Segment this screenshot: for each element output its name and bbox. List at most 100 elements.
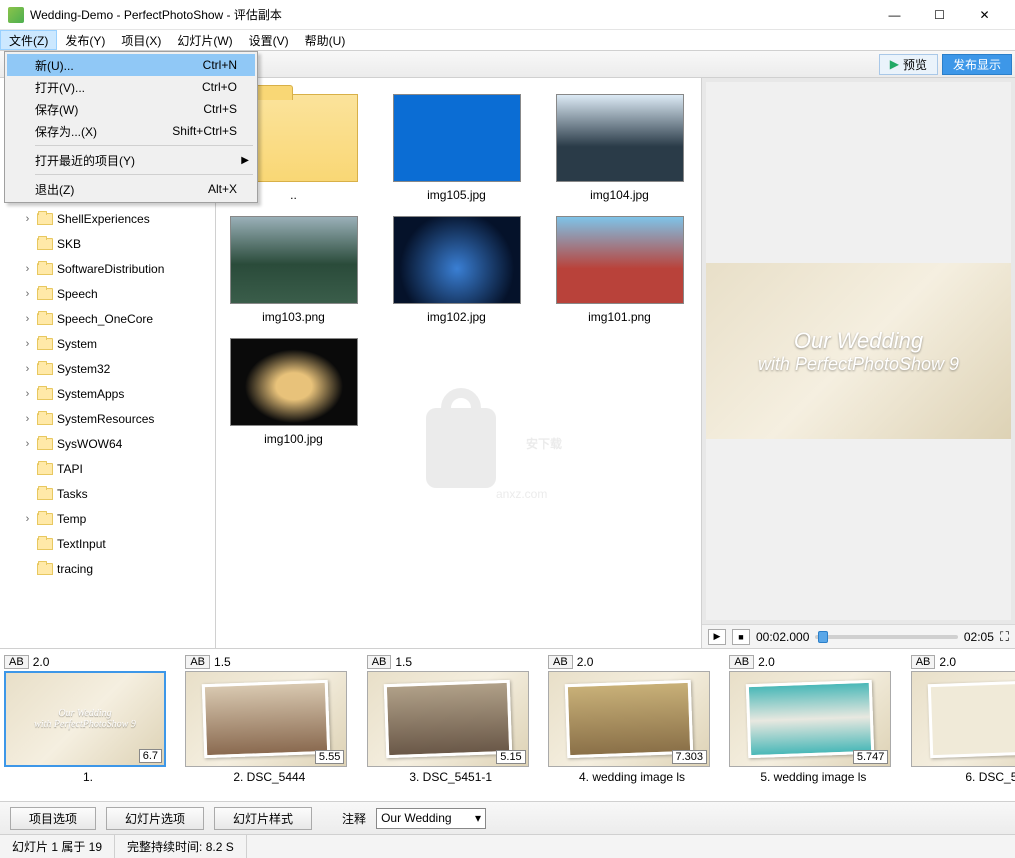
tree-item[interactable]: ›Speech — [0, 281, 215, 306]
folder-icon — [37, 538, 53, 550]
menu-recent[interactable]: 打开最近的项目(Y) ▶ — [7, 149, 255, 171]
status-duration: 完整持续时间: 8.2 S — [115, 835, 247, 858]
preview-pane: Our Wedding with PerfectPhotoShow 9 ▶ ■ … — [701, 78, 1015, 648]
menu-new[interactable]: 新(U)... Ctrl+N — [7, 54, 255, 76]
folder-icon — [37, 438, 53, 450]
stop-button[interactable]: ■ — [732, 629, 750, 645]
tree-item[interactable]: ›SystemApps — [0, 381, 215, 406]
preview-line1: Our Wedding — [794, 328, 923, 354]
preview-button[interactable]: ▶ 预览 — [879, 54, 938, 75]
fullscreen-icon[interactable]: ⛶ — [1000, 629, 1009, 645]
menu-publish[interactable]: 发布(Y) — [57, 30, 113, 50]
thumbnail-image — [230, 338, 358, 426]
transition-badge[interactable]: AB — [367, 655, 392, 669]
note-select[interactable]: Our Wedding ▾ — [376, 808, 486, 829]
timeline-slide[interactable]: AB2.0 6. DSC_54 — [911, 655, 1015, 784]
transition-badge[interactable]: AB — [548, 655, 573, 669]
menu-exit[interactable]: 退出(Z) Alt+X — [7, 178, 255, 200]
thumbnail[interactable]: img104.jpg — [552, 94, 687, 202]
file-menu-dropdown: 新(U)... Ctrl+N 打开(V)... Ctrl+O 保存(W) Ctr… — [4, 51, 258, 203]
tree-item[interactable]: ›SysWOW64 — [0, 431, 215, 456]
folder-icon — [37, 213, 53, 225]
tree-item[interactable]: ›System — [0, 331, 215, 356]
submenu-arrow-icon: ▶ — [241, 155, 249, 166]
thumbnail-image — [556, 216, 684, 304]
project-options-button[interactable]: 项目选项 — [10, 807, 96, 830]
svg-text:anxz.com: anxz.com — [496, 487, 547, 501]
chevron-down-icon: ▾ — [475, 811, 481, 825]
tree-item[interactable]: ›ShellExperiences — [0, 206, 215, 231]
menu-slide[interactable]: 幻灯片(W) — [169, 30, 240, 50]
bottom-toolbar: 项目选项 幻灯片选项 幻灯片样式 注释 Our Wedding ▾ — [0, 801, 1015, 834]
folder-icon — [37, 388, 53, 400]
menu-open[interactable]: 打开(V)... Ctrl+O — [7, 76, 255, 98]
transition-badge[interactable]: AB — [729, 655, 754, 669]
status-slide-count: 幻灯片 1 属于 19 — [0, 835, 115, 858]
tree-item[interactable]: Tasks — [0, 481, 215, 506]
note-label: 注释 — [342, 810, 366, 827]
thumbnail-image — [556, 94, 684, 182]
tree-item[interactable]: ›SoftwareDistribution — [0, 256, 215, 281]
file-browser: .. img105.jpg img104.jpg img103.png img1… — [216, 78, 701, 648]
player-controls: ▶ ■ 00:02.000 02:05 ⛶ — [702, 624, 1015, 648]
menu-save-as[interactable]: 保存为...(X) Shift+Ctrl+S — [7, 120, 255, 142]
folder-icon — [37, 463, 53, 475]
tree-item[interactable]: ›SystemResources — [0, 406, 215, 431]
folder-icon — [37, 488, 53, 500]
timeline-slide[interactable]: AB2.0 7.303 4. wedding image ls — [548, 655, 716, 784]
play-icon: ▶ — [890, 57, 899, 71]
folder-icon — [37, 413, 53, 425]
menu-separator — [35, 145, 253, 146]
minimize-button[interactable]: — — [872, 0, 917, 30]
timeline-slide[interactable]: AB2.0 5.747 5. wedding image ls — [729, 655, 897, 784]
seek-slider[interactable] — [815, 635, 957, 639]
menu-new-label: 新(U)... — [35, 57, 74, 74]
thumbnail[interactable]: img100.jpg — [226, 338, 361, 446]
folder-icon — [37, 338, 53, 350]
tree-item[interactable]: TAPI — [0, 456, 215, 481]
folder-icon — [37, 363, 53, 375]
close-button[interactable]: ✕ — [962, 0, 1007, 30]
titlebar: Wedding-Demo - PerfectPhotoShow - 评估副本 —… — [0, 0, 1015, 30]
time-total: 02:05 — [964, 630, 994, 644]
folder-icon — [37, 288, 53, 300]
tree-item[interactable]: ›Temp — [0, 506, 215, 531]
thumbnail[interactable]: img101.png — [552, 216, 687, 324]
thumbnail[interactable]: img103.png — [226, 216, 361, 324]
timeline-slide[interactable]: AB1.5 5.15 3. DSC_5451-1 — [367, 655, 535, 784]
tree-item[interactable]: ›Speech_OneCore — [0, 306, 215, 331]
folder-icon — [37, 313, 53, 325]
app-icon — [8, 7, 24, 23]
thumbnail[interactable]: img102.jpg — [389, 216, 524, 324]
menu-settings[interactable]: 设置(V) — [241, 30, 297, 50]
menu-project[interactable]: 项目(X) — [113, 30, 169, 50]
transition-badge[interactable]: AB — [911, 655, 936, 669]
folder-icon — [37, 563, 53, 575]
timeline[interactable]: AB2.0 Our Weddingwith PerfectPhotoShow 9… — [0, 648, 1015, 801]
tree-item[interactable]: TextInput — [0, 531, 215, 556]
menu-file[interactable]: 文件(Z) — [0, 30, 57, 50]
slide-style-button[interactable]: 幻灯片样式 — [214, 807, 312, 830]
menu-save[interactable]: 保存(W) Ctrl+S — [7, 98, 255, 120]
menubar: 文件(Z) 发布(Y) 项目(X) 幻灯片(W) 设置(V) 帮助(U) — [0, 30, 1015, 51]
timeline-slide[interactable]: AB1.5 5.55 2. DSC_5444 — [185, 655, 353, 784]
tree-item[interactable]: ›System32 — [0, 356, 215, 381]
maximize-button[interactable]: ☐ — [917, 0, 962, 30]
publish-button[interactable]: 发布显示 — [942, 54, 1012, 75]
thumbnail-image — [230, 216, 358, 304]
menu-new-shortcut: Ctrl+N — [203, 58, 237, 72]
folder-icon — [37, 263, 53, 275]
slider-knob[interactable] — [818, 631, 828, 643]
preview-line2: with PerfectPhotoShow 9 — [758, 354, 959, 375]
timeline-slide[interactable]: AB2.0 Our Weddingwith PerfectPhotoShow 9… — [4, 655, 172, 784]
tree-item[interactable]: tracing — [0, 556, 215, 581]
thumbnail-image — [393, 216, 521, 304]
tree-item[interactable]: SKB — [0, 231, 215, 256]
thumbnail[interactable]: img105.jpg — [389, 94, 524, 202]
transition-badge[interactable]: AB — [185, 655, 210, 669]
transition-badge[interactable]: AB — [4, 655, 29, 669]
statusbar: 幻灯片 1 属于 19 完整持续时间: 8.2 S — [0, 834, 1015, 858]
play-button[interactable]: ▶ — [708, 629, 726, 645]
slide-options-button[interactable]: 幻灯片选项 — [106, 807, 204, 830]
menu-help[interactable]: 帮助(U) — [297, 30, 354, 50]
